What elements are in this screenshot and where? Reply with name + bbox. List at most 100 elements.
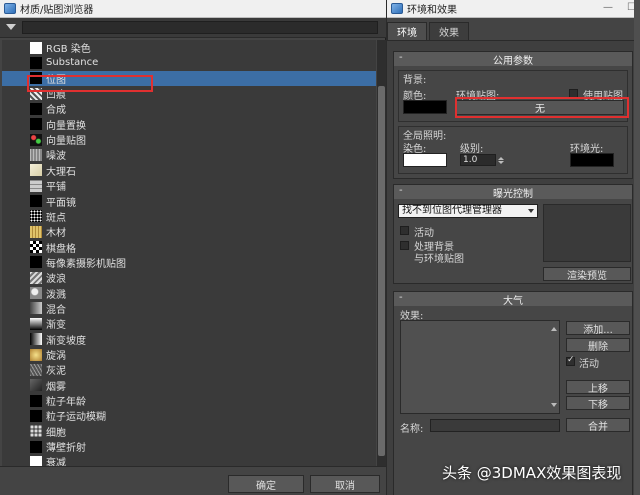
cancel-button[interactable]: 取消 xyxy=(310,475,380,493)
list-item[interactable]: 烟雾 xyxy=(2,378,376,393)
list-item[interactable]: 渐变坡度 xyxy=(2,332,376,347)
process-bg-checkbox[interactable] xyxy=(400,241,409,250)
map-thumbnail-icon xyxy=(30,272,42,284)
dropdown-arrow-icon[interactable] xyxy=(6,24,16,30)
tab-environment[interactable]: 环境 xyxy=(387,22,427,40)
list-item-label: 渐变 xyxy=(46,316,66,331)
list-item[interactable]: 粒子年龄 xyxy=(2,393,376,408)
list-item[interactable]: 旋涡 xyxy=(2,347,376,362)
list-item[interactable]: 棋盘格 xyxy=(2,240,376,255)
highlight-box-env-map xyxy=(455,97,629,118)
list-item-label: 向量贴图 xyxy=(46,132,86,147)
list-item-label: 烟雾 xyxy=(46,378,66,393)
list-item[interactable]: 混合 xyxy=(2,301,376,316)
list-item[interactable]: 泼溅 xyxy=(2,286,376,301)
and-env-label: 与环境贴图 xyxy=(414,250,464,265)
move-down-button[interactable]: 下移 xyxy=(566,396,630,410)
delete-button[interactable]: 删除 xyxy=(566,338,630,352)
list-item[interactable]: 衰减 xyxy=(2,454,376,466)
rollout-header[interactable]: - 大气 xyxy=(394,292,632,306)
map-thumbnail-icon xyxy=(30,149,42,161)
ok-button[interactable]: 确定 xyxy=(228,475,304,493)
render-preview-button[interactable]: 渲染预览 xyxy=(543,267,631,281)
list-item-label: 波浪 xyxy=(46,270,66,285)
move-up-button[interactable]: 上移 xyxy=(566,380,630,394)
list-item[interactable]: 每像素摄影机贴图 xyxy=(2,255,376,270)
list-item-label: RGB 染色 xyxy=(46,40,91,55)
watermark: 头条 @3DMAX效果图表现 xyxy=(442,462,621,483)
dropdown-arrow-icon xyxy=(528,209,534,213)
map-thumbnail-icon xyxy=(30,226,42,238)
map-thumbnail-icon xyxy=(30,318,42,330)
spinner-arrows-icon[interactable] xyxy=(497,154,504,166)
scroll-up-icon[interactable] xyxy=(551,327,557,331)
ambient-color-swatch[interactable] xyxy=(570,153,614,167)
map-thumbnail-icon xyxy=(30,256,42,268)
list-item[interactable]: 斑点 xyxy=(2,209,376,224)
collapse-icon[interactable]: - xyxy=(399,292,403,303)
list-item[interactable]: Substance xyxy=(2,55,376,70)
map-thumbnail-icon xyxy=(30,364,42,376)
app-icon xyxy=(4,3,16,14)
list-item[interactable]: 向量置换 xyxy=(2,117,376,132)
scrollbar-thumb[interactable] xyxy=(378,86,385,456)
map-thumbnail-icon xyxy=(30,103,42,115)
list-item-label: 向量置换 xyxy=(46,117,86,132)
list-item[interactable]: 薄壁折射 xyxy=(2,439,376,454)
tint-color-swatch[interactable] xyxy=(403,153,447,167)
list-item[interactable]: 合成 xyxy=(2,101,376,116)
rollout-header[interactable]: - 曝光控制 xyxy=(394,185,632,199)
tab-effects[interactable]: 效果 xyxy=(429,22,469,40)
right-window-title: 环境和效果 xyxy=(407,1,457,16)
list-item[interactable]: 粒子运动模糊 xyxy=(2,408,376,423)
map-thumbnail-icon xyxy=(30,241,42,253)
rollout-title: 大气 xyxy=(394,292,632,307)
list-item-label: 细胞 xyxy=(46,424,66,439)
search-input[interactable] xyxy=(22,21,378,34)
rollout-title: 曝光控制 xyxy=(394,185,632,200)
exposure-active-checkbox[interactable] xyxy=(400,226,409,235)
exposure-select[interactable]: 找不到位图代理管理器 xyxy=(398,204,538,218)
list-item[interactable]: 噪波 xyxy=(2,147,376,162)
scroll-down-icon[interactable] xyxy=(551,403,557,407)
list-item[interactable]: 波浪 xyxy=(2,270,376,285)
rollout-header[interactable]: - 公用参数 xyxy=(394,52,632,66)
left-titlebar[interactable]: 材质/贴图浏览器 xyxy=(0,0,386,18)
list-item-label: 大理石 xyxy=(46,163,76,178)
list-item-label: 平铺 xyxy=(46,178,66,193)
panel-area: - 公用参数 背景: 颜色: 环境贴图: 使用贴图 无 全局照明: 染色: 级别… xyxy=(387,40,640,495)
effects-list[interactable] xyxy=(400,320,560,414)
collapse-icon[interactable]: - xyxy=(399,185,403,196)
map-thumbnail-icon xyxy=(30,180,42,192)
map-thumbnail-icon xyxy=(30,42,42,54)
right-titlebar[interactable]: 环境和效果 — ☐ xyxy=(387,0,640,18)
list-item[interactable]: 平铺 xyxy=(2,178,376,193)
list-item[interactable]: 向量贴图 xyxy=(2,132,376,147)
viewport-edge xyxy=(634,0,640,495)
level-spinner[interactable]: 1.0 xyxy=(460,154,496,166)
minimize-icon[interactable]: — xyxy=(603,2,613,13)
list-item[interactable]: 灰泥 xyxy=(2,362,376,377)
map-thumbnail-icon xyxy=(30,210,42,222)
environment-effects-window: 环境和效果 — ☐ 环境 效果 - 公用参数 背景: 颜色: 环境贴图: 使用贴… xyxy=(387,0,640,495)
merge-button[interactable]: 合并 xyxy=(566,418,630,432)
level-label: 级别: xyxy=(460,140,483,155)
map-list: RGB 染色Substance位图凹痕合成向量置换向量贴图噪波大理石平铺平面镜斑… xyxy=(2,40,376,466)
scrollbar[interactable] xyxy=(377,40,386,466)
list-item-label: 渐变坡度 xyxy=(46,332,86,347)
rollout-common-params: - 公用参数 背景: 颜色: 环境贴图: 使用贴图 无 全局照明: 染色: 级别… xyxy=(393,51,633,179)
list-item[interactable]: 平面镜 xyxy=(2,194,376,209)
background-color-swatch[interactable] xyxy=(403,100,447,114)
name-input[interactable] xyxy=(430,419,560,432)
atmosphere-active-checkbox[interactable] xyxy=(566,357,575,366)
add-button[interactable]: 添加... xyxy=(566,321,630,335)
list-item-label: 泼溅 xyxy=(46,286,66,301)
list-item[interactable]: 细胞 xyxy=(2,424,376,439)
list-item[interactable]: RGB 染色 xyxy=(2,40,376,55)
list-item[interactable]: 大理石 xyxy=(2,163,376,178)
list-item[interactable]: 渐变 xyxy=(2,316,376,331)
collapse-icon[interactable]: - xyxy=(399,52,403,63)
list-item-label: 粒子运动模糊 xyxy=(46,408,106,423)
rollout-title: 公用参数 xyxy=(394,52,632,67)
list-item[interactable]: 木材 xyxy=(2,224,376,239)
